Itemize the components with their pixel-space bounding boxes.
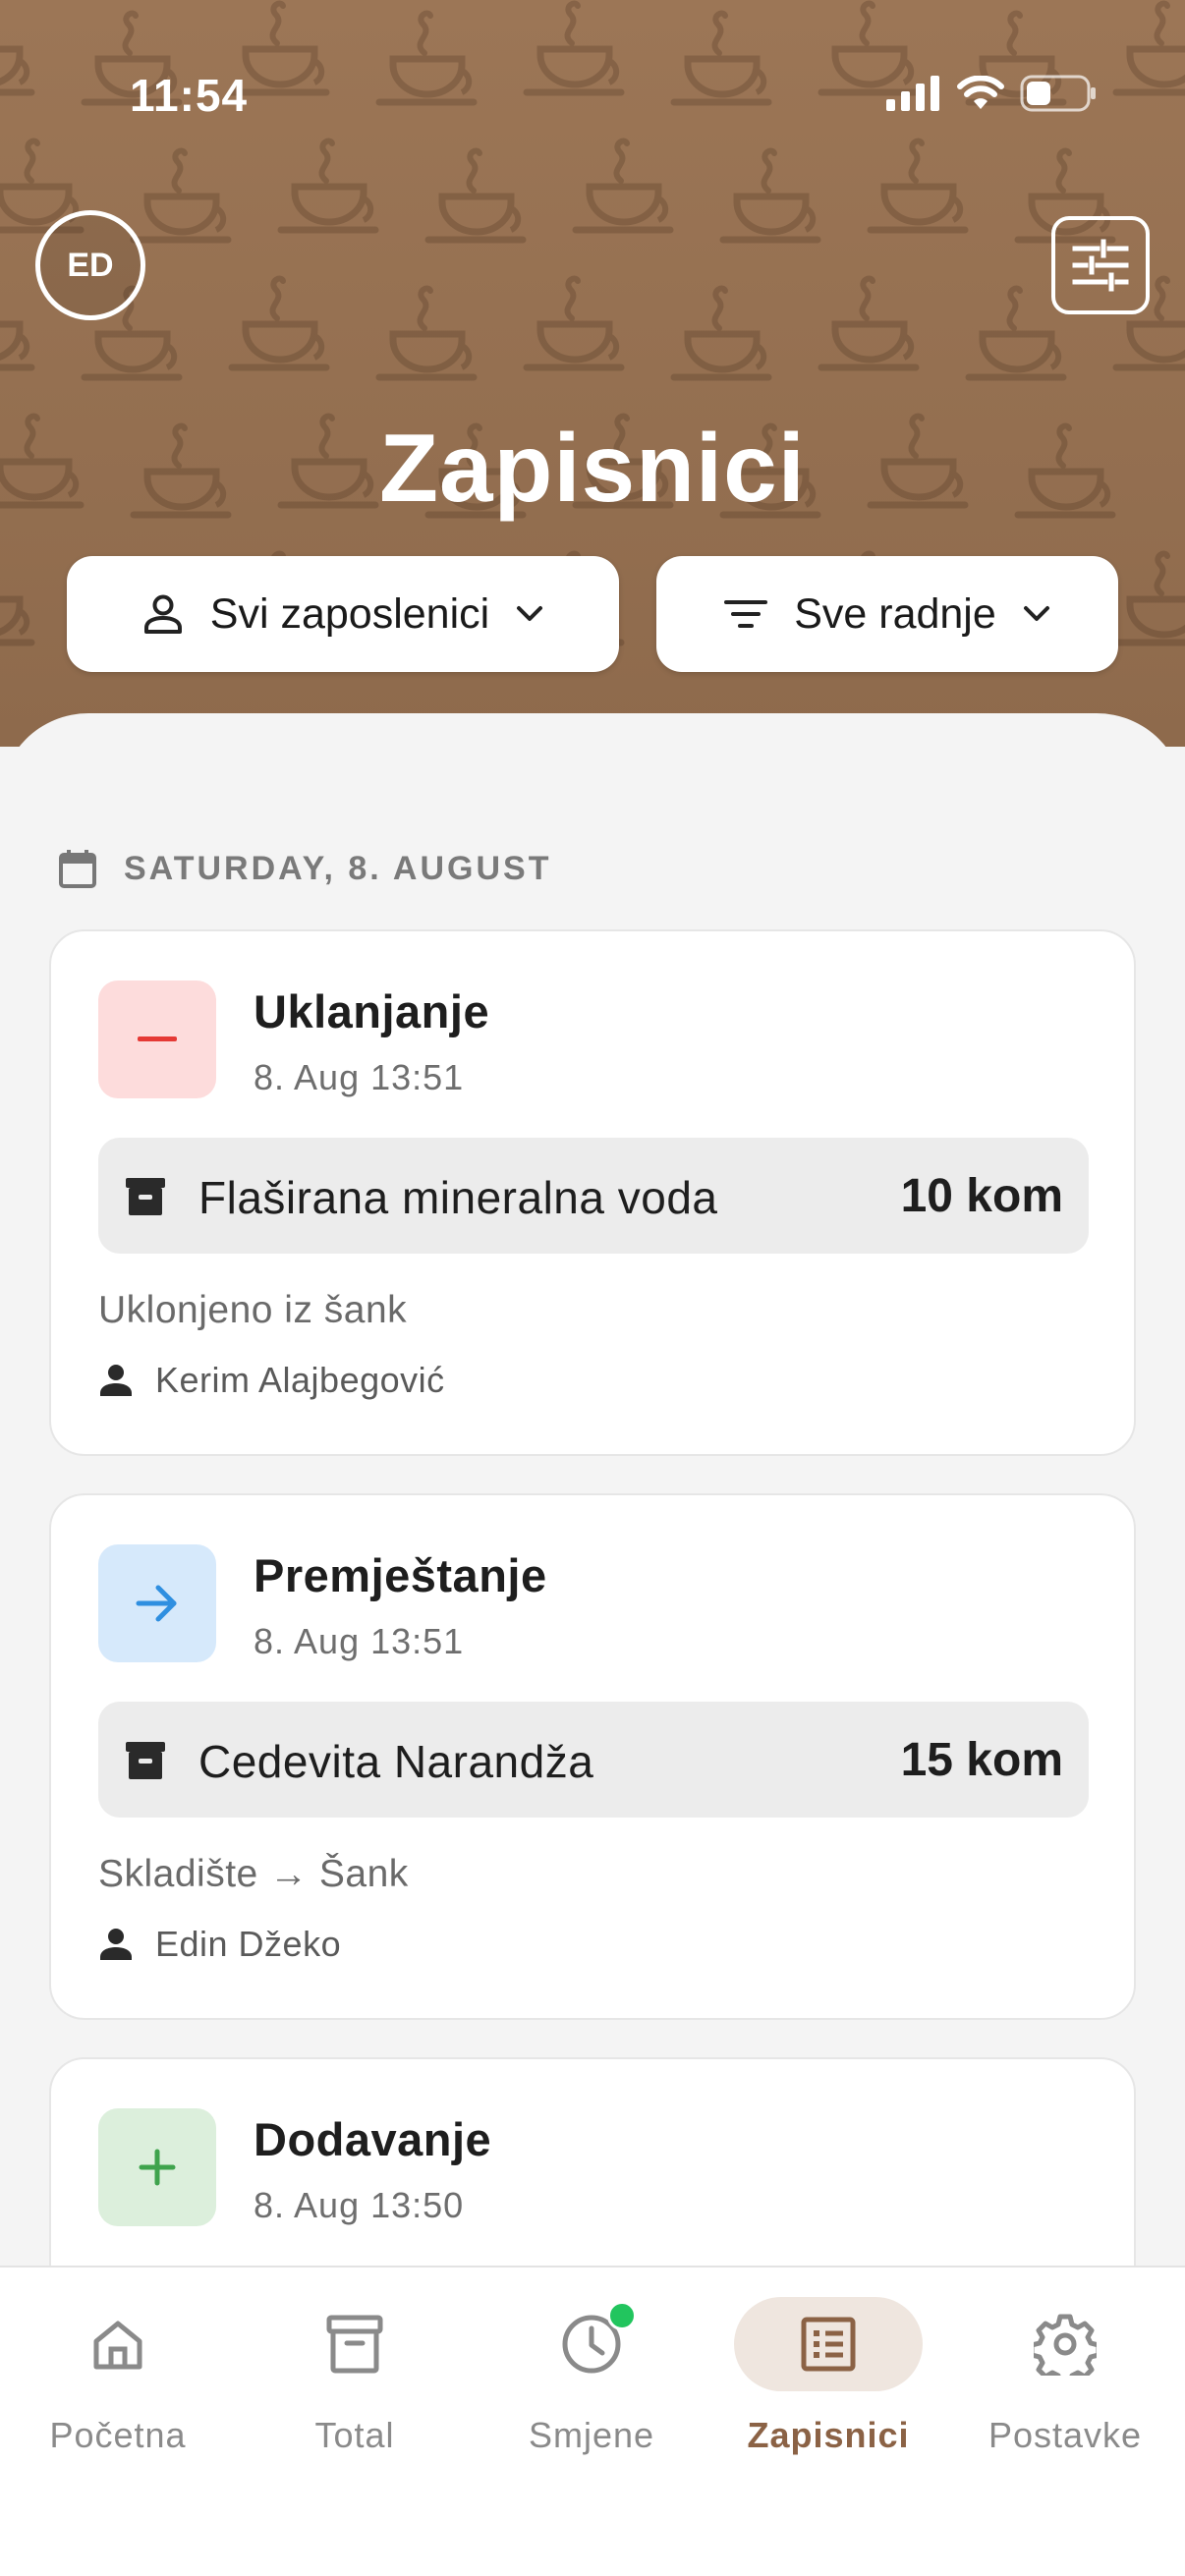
plus-icon	[139, 2149, 176, 2186]
entry-type-badge	[98, 980, 216, 1098]
nav-item-smjene[interactable]: Smjene	[474, 2297, 709, 2484]
status-icons	[886, 75, 1097, 112]
list-icon	[801, 2317, 856, 2372]
nav-item-total[interactable]: Total	[237, 2297, 473, 2484]
entry-description: Uklonjeno iz šank	[98, 1289, 408, 1331]
action-filter-label: Sve radnje	[794, 589, 996, 638]
entry-type-title: Dodavanje	[254, 2113, 492, 2165]
wifi-icon	[957, 76, 1004, 109]
nav-label: Zapisnici	[747, 2415, 910, 2455]
entry-type-badge	[98, 1544, 216, 1662]
archive-icon	[326, 2315, 383, 2374]
screen: 11:54 ED Zapisnici Svi zaposlenici Sve r…	[0, 0, 1185, 2576]
employee-filter-label: Svi zaposlenici	[209, 589, 490, 638]
entry-item-box: Flaširana mineralna voda 10 kom	[98, 1138, 1089, 1254]
page-title: Zapisnici	[379, 414, 806, 522]
person-icon	[100, 1365, 132, 1396]
home-icon	[93, 2321, 142, 2370]
chevron-down-icon	[517, 606, 543, 621]
employee-filter-dropdown[interactable]: Svi zaposlenici	[67, 556, 619, 672]
notification-dot	[607, 2301, 637, 2330]
entry-item-box: Cedevita Narandža 15 kom	[98, 1702, 1089, 1818]
nav-label: Početna	[49, 2415, 187, 2455]
archive-box-icon	[126, 1742, 165, 1779]
entry-item-name: Cedevita Narandža	[198, 1736, 594, 1787]
date-section-header: SATURDAY, 8. AUGUST	[59, 849, 551, 888]
entry-item-quantity: 15 kom	[900, 1734, 1063, 1786]
filter-settings-button[interactable]	[1051, 216, 1150, 314]
nav-label: Smjene	[528, 2415, 655, 2455]
filter-icon	[724, 600, 768, 628]
entry-type-title: Premještanje	[254, 1549, 547, 1601]
gear-icon	[1034, 2314, 1097, 2376]
sliders-icon	[1072, 239, 1129, 292]
minus-icon	[138, 1036, 177, 1041]
archive-box-icon	[126, 1178, 165, 1215]
entry-timestamp: 8. Aug 13:51	[254, 1057, 465, 1097]
entry-type-badge	[98, 2108, 216, 2226]
nav-label: Postavke	[988, 2415, 1143, 2455]
chevron-down-icon	[1023, 606, 1049, 621]
entry-item-quantity: 10 kom	[900, 1170, 1063, 1222]
signal-icon	[886, 76, 939, 111]
status-time: 11:54	[130, 70, 249, 121]
entry-type-title: Uklanjanje	[254, 985, 490, 1037]
entry-timestamp: 8. Aug 13:50	[254, 2185, 465, 2225]
entry-user: Edin Džeko	[98, 1924, 341, 1965]
battery-icon	[1020, 75, 1096, 112]
entry-timestamp: 8. Aug 13:51	[254, 1621, 465, 1661]
log-entry-card[interactable]: Uklanjanje 8. Aug 13:51 Flaširana minera…	[49, 929, 1136, 1456]
date-label: SATURDAY, 8. AUGUST	[124, 849, 552, 887]
nav-item-postavke[interactable]: Postavke	[947, 2297, 1183, 2484]
nav-item-zapisnici[interactable]: Zapisnici	[710, 2297, 946, 2484]
person-icon	[100, 1929, 132, 1960]
bottom-navigation: Početna Total Smjene Zapisnici Postavke	[0, 2266, 1185, 2576]
arrow-right-icon	[136, 1585, 177, 1622]
header: 11:54 ED Zapisnici Svi zaposlenici Sve r…	[0, 0, 1185, 747]
entry-item-name: Flaširana mineralna voda	[198, 1172, 718, 1223]
nav-item-pocetna[interactable]: Početna	[0, 2297, 236, 2484]
entry-user: Kerim Alajbegović	[98, 1360, 445, 1401]
avatar[interactable]: ED	[35, 210, 145, 320]
log-entry-card[interactable]: Premještanje 8. Aug 13:51 Cedevita Naran…	[49, 1493, 1136, 2020]
entry-user-name: Edin Džeko	[155, 1924, 342, 1964]
entry-user-name: Kerim Alajbegović	[155, 1360, 445, 1400]
calendar-icon	[59, 850, 96, 888]
action-filter-dropdown[interactable]: Sve radnje	[656, 556, 1118, 672]
nav-label: Total	[314, 2415, 395, 2455]
entry-description: Skladište → Šank	[98, 1853, 409, 1895]
person-outline-icon	[143, 594, 182, 634]
